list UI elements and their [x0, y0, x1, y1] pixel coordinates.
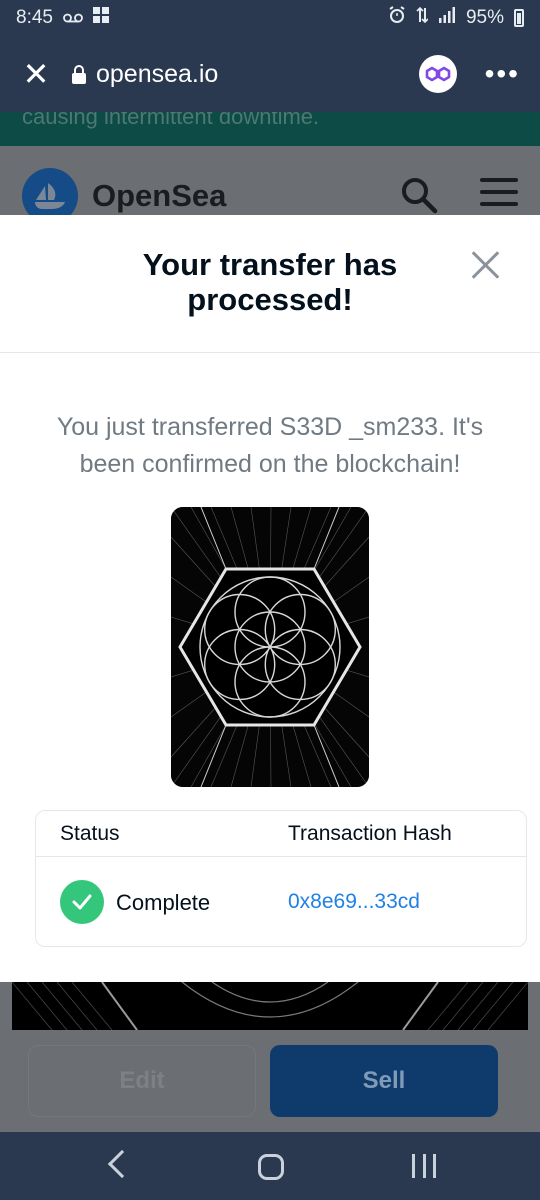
signal-icon: [438, 7, 456, 29]
transaction-hash-link[interactable]: 0x8e69...33cd: [288, 890, 420, 914]
banner-text: causing intermittent downtime.: [22, 112, 320, 129]
browser-toolbar: ✕ opensea.io •••: [0, 36, 540, 112]
polygon-icon: [425, 66, 450, 82]
transfer-complete-modal: Your transfer has processed! You just tr…: [0, 215, 540, 982]
alarm-icon: [388, 6, 406, 30]
status-value: Complete: [116, 890, 211, 915]
url-text[interactable]: opensea.io: [96, 60, 218, 89]
site-name[interactable]: OpenSea: [92, 178, 226, 214]
table-header-row: Status Transaction Hash: [36, 811, 526, 857]
close-icon[interactable]: [472, 251, 500, 279]
search-icon[interactable]: [400, 176, 438, 219]
edit-button[interactable]: Edit: [28, 1045, 256, 1117]
hash-column-header: Transaction Hash: [288, 822, 452, 845]
polygon-extension-button[interactable]: [418, 55, 457, 93]
transaction-table: Status Transaction Hash Complete 0x8e69.…: [35, 810, 527, 947]
modal-header: Your transfer has processed!: [0, 215, 540, 353]
system-navigation-bar: [0, 1132, 540, 1200]
nft-image: [171, 507, 369, 787]
status-bar: 8:45 95%: [0, 0, 540, 36]
hamburger-menu-icon[interactable]: [480, 178, 518, 214]
lock-icon: [72, 65, 86, 84]
modal-title: Your transfer has processed!: [142, 247, 398, 317]
windows-icon: [92, 7, 109, 29]
background-nft-image: [12, 982, 528, 1030]
announcement-banner: causing intermittent downtime.: [0, 112, 540, 146]
voicemail-icon: [63, 7, 83, 29]
checkmark-icon: [60, 880, 104, 924]
recent-apps-icon[interactable]: [412, 1154, 436, 1178]
more-options-icon[interactable]: •••: [485, 60, 520, 88]
transfer-message: You just transferred S33D _sm233. It's b…: [56, 413, 484, 478]
table-row: Complete 0x8e69...33cd: [36, 857, 526, 947]
data-transfer-icon: [416, 6, 429, 30]
background-action-bar: Edit Sell: [0, 1030, 540, 1132]
battery-percent: 95%: [465, 7, 504, 28]
battery-icon: [514, 9, 524, 27]
back-icon[interactable]: [107, 1149, 137, 1179]
status-column-header: Status: [60, 822, 120, 845]
clock: 8:45: [16, 7, 53, 28]
site-header: OpenSea: [0, 146, 540, 224]
sell-button[interactable]: Sell: [270, 1045, 498, 1117]
home-icon[interactable]: [258, 1154, 284, 1180]
close-tab-icon[interactable]: ✕: [20, 58, 52, 90]
